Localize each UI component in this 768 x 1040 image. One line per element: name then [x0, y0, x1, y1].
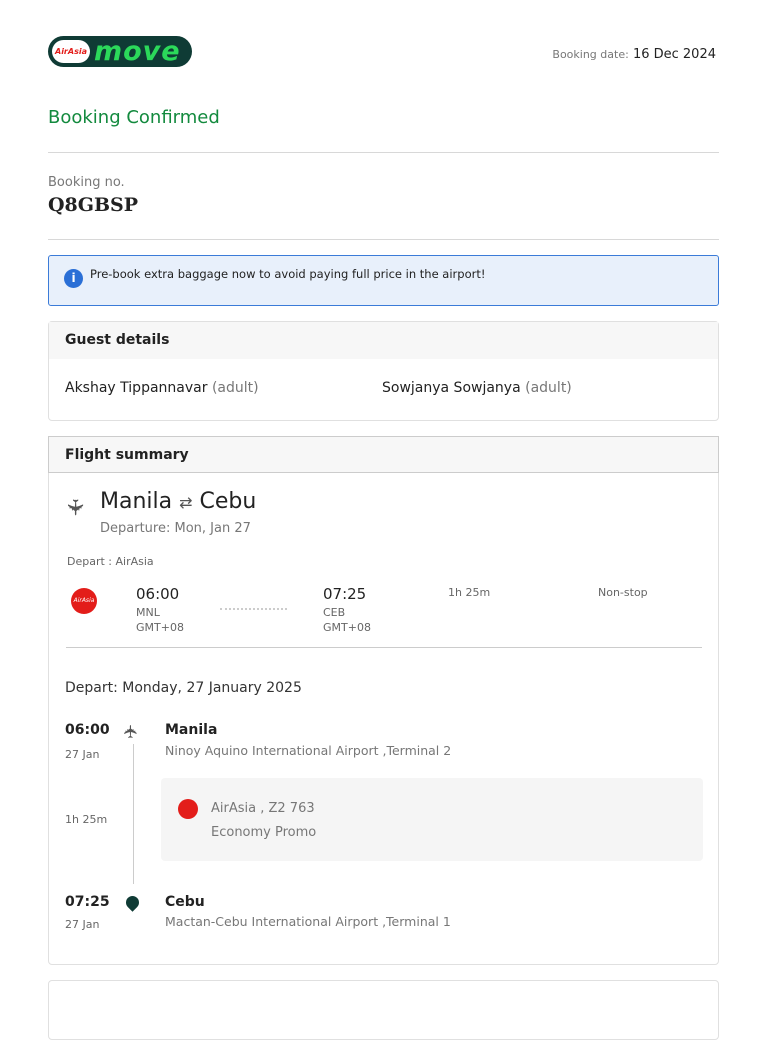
- seg-arr-city: Cebu: [165, 894, 205, 910]
- depart-airline: Depart : AirAsia: [67, 555, 154, 568]
- divider: [48, 152, 719, 153]
- timeline: [133, 744, 134, 884]
- flight-summary-title: Flight summary: [48, 436, 719, 473]
- arr-code: CEB: [323, 606, 346, 619]
- takeoff-icon: ✈: [121, 723, 143, 740]
- guest-type: (adult): [211, 380, 259, 396]
- airasia-logo: AirAsia: [71, 588, 97, 614]
- seg-arr-date: 27 Jan: [65, 918, 100, 931]
- arr-time: 07:25: [323, 585, 367, 603]
- origin-city: Manila: [100, 489, 173, 514]
- booking-number: Q8GBSP: [48, 194, 139, 216]
- info-icon: i: [64, 269, 83, 288]
- carrier-box: AirAsia , Z2 763 Economy Promo: [161, 778, 703, 861]
- guest-1: Akshay Tippannavar (adult): [65, 380, 259, 396]
- divider: [66, 647, 702, 648]
- booking-date: Booking date: 16 Dec 2024: [552, 47, 716, 62]
- depart-full-date: Depart: Monday, 27 January 2025: [65, 680, 302, 696]
- destination-city: Cebu: [199, 489, 257, 514]
- dep-time: 06:00: [136, 585, 180, 603]
- seg-dep-city: Manila: [165, 722, 218, 738]
- arr-tz: GMT+08: [323, 621, 371, 634]
- logo-badge: AirAsia: [52, 40, 90, 63]
- guest-type: (adult): [525, 380, 572, 396]
- booking-date-label: Booking date:: [552, 48, 629, 61]
- next-card: [48, 980, 719, 1040]
- seg-dep-date: 27 Jan: [65, 748, 100, 761]
- seg-dep-time: 06:00: [65, 722, 110, 738]
- guest-details-title: Guest details: [49, 322, 718, 359]
- guest-details-card: Guest details Akshay Tippannavar (adult)…: [48, 321, 719, 421]
- booking-number-label: Booking no.: [48, 175, 125, 190]
- fare-class: Economy Promo: [211, 825, 317, 840]
- stops: Non-stop: [598, 586, 648, 599]
- route-line: [220, 608, 287, 610]
- guest-name: Sowjanya Sowjanya: [382, 380, 521, 396]
- swap-arrows-icon: ⇄: [179, 493, 193, 512]
- booking-date-value: 16 Dec 2024: [632, 47, 716, 62]
- divider: [48, 239, 719, 240]
- guest-name: Akshay Tippannavar: [65, 380, 208, 396]
- duration: 1h 25m: [448, 586, 491, 599]
- departure-date: Departure: Mon, Jan 27: [100, 521, 251, 536]
- dep-tz: GMT+08: [136, 621, 184, 634]
- dep-code: MNL: [136, 606, 160, 619]
- page-title: Booking Confirmed: [48, 107, 220, 128]
- seg-arr-airport: Mactan-Cebu International Airport ,Termi…: [165, 914, 451, 929]
- seg-arr-time: 07:25: [65, 894, 110, 910]
- seg-duration: 1h 25m: [65, 813, 108, 826]
- flight-summary-card: Flight summary ✈ Manila ⇄ Cebu Departure…: [48, 436, 719, 965]
- carrier: AirAsia , Z2 763: [211, 801, 315, 816]
- guest-2: Sowjanya Sowjanya (adult): [382, 380, 572, 396]
- baggage-notice: i Pre-book extra baggage now to avoid pay…: [48, 255, 719, 306]
- seg-dep-airport: Ninoy Aquino International Airport ,Term…: [165, 743, 452, 758]
- notice-text: Pre-book extra baggage now to avoid payi…: [90, 267, 486, 281]
- logo-text: move: [94, 36, 181, 67]
- airasia-logo: [178, 799, 198, 819]
- route: Manila ⇄ Cebu: [100, 489, 256, 514]
- plane-icon: ✈: [61, 498, 87, 517]
- airasia-move-logo: AirAsia move: [48, 36, 192, 67]
- location-pin-icon: [123, 893, 142, 912]
